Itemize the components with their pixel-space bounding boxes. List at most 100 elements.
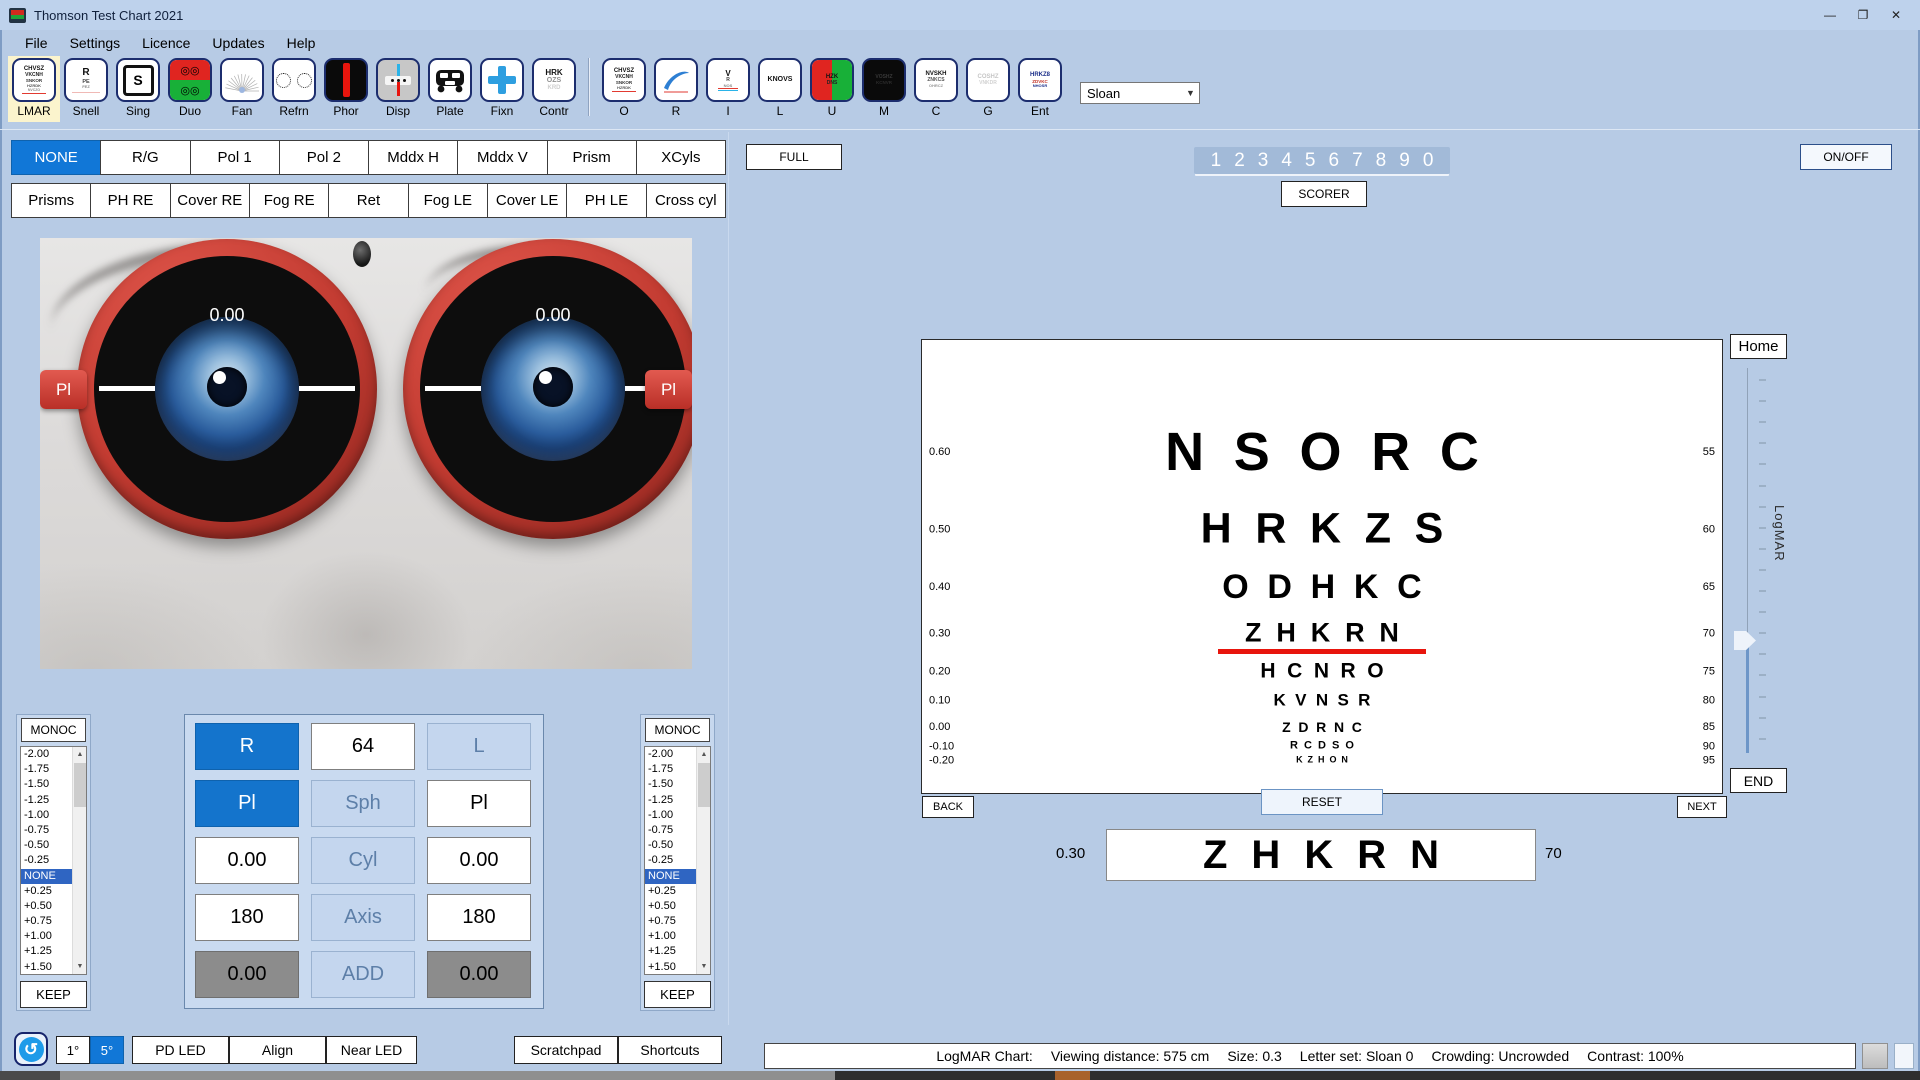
menu-settings[interactable]: Settings: [59, 32, 132, 54]
scrollbar[interactable]: ▲ ▼: [72, 747, 86, 974]
digit-key-9[interactable]: 9: [1399, 150, 1410, 172]
toolbar-contr-button[interactable]: HRKOZSKRD Contr: [528, 56, 580, 122]
maximize-button[interactable]: ❐: [1848, 0, 1878, 30]
monoc-header[interactable]: MONOC: [21, 718, 86, 742]
next-button[interactable]: NEXT: [1677, 796, 1727, 818]
toolbar-c-button[interactable]: NVSKHZNKCSOHRCZ C: [910, 56, 962, 122]
rotate-reset-button[interactable]: ↺: [14, 1032, 48, 1066]
toolbar-l-button[interactable]: KNOVS L: [754, 56, 806, 122]
right-cyl-value[interactable]: 0.00: [195, 837, 299, 884]
digit-key-1[interactable]: 1: [1211, 150, 1222, 172]
right-sphere-sign[interactable]: Pl: [195, 780, 299, 827]
scrollbar[interactable]: ▲ ▼: [696, 747, 710, 974]
back-button[interactable]: BACK: [922, 796, 974, 818]
toolbar-plate-button[interactable]: Plate: [424, 56, 476, 122]
right-eye-button[interactable]: R: [195, 723, 299, 770]
scroll-down-icon[interactable]: ▼: [73, 959, 87, 974]
toolbar-phor-button[interactable]: Phor: [320, 56, 372, 122]
left-lens-plano-tab[interactable]: Pl: [645, 370, 692, 409]
tab-pol-1[interactable]: Pol 1: [190, 140, 280, 175]
keep-button[interactable]: KEEP: [644, 981, 711, 1008]
tab-mddx-v[interactable]: Mddx V: [457, 140, 547, 175]
toolbar-refrn-button[interactable]: Refrn: [268, 56, 320, 122]
end-button[interactable]: END: [1730, 768, 1787, 793]
menu-licence[interactable]: Licence: [131, 32, 201, 54]
tab-prism[interactable]: Prism: [547, 140, 637, 175]
near-led-button[interactable]: Near LED: [326, 1036, 417, 1064]
scroll-up-icon[interactable]: ▲: [697, 747, 711, 762]
scorer-button[interactable]: SCORER: [1281, 181, 1367, 207]
letterset-dropdown[interactable]: Sloan ▼: [1080, 82, 1200, 104]
digit-key-0[interactable]: 0: [1423, 150, 1434, 172]
tab-none[interactable]: NONE: [11, 140, 101, 175]
tab-pol-2[interactable]: Pol 2: [279, 140, 369, 175]
axis-label[interactable]: Axis: [311, 894, 415, 941]
tab-xcyls[interactable]: XCyls: [636, 140, 726, 175]
toolbar-duo-button[interactable]: ◎◎ ◎◎ Duo: [164, 56, 216, 122]
onoff-button[interactable]: ON/OFF: [1800, 144, 1892, 170]
toolbar-ent-button[interactable]: HRKZ8ZDVKCNHOSR Ent: [1014, 56, 1066, 122]
shortcuts-button[interactable]: Shortcuts: [618, 1036, 722, 1064]
tab-fog-re[interactable]: Fog RE: [249, 183, 329, 218]
tab-mddx-h[interactable]: Mddx H: [368, 140, 458, 175]
sphere-step-list[interactable]: -2.00-1.75-1.50-1.25-1.00-0.75-0.50-0.25…: [644, 746, 711, 975]
menu-file[interactable]: File: [14, 32, 59, 54]
tab-cross-cyl[interactable]: Cross cyl: [646, 183, 726, 218]
step-1deg-button[interactable]: 1°: [56, 1036, 90, 1064]
toolbar-g-button[interactable]: COSHZVNKDR G: [962, 56, 1014, 122]
align-button[interactable]: Align: [229, 1036, 326, 1064]
tab-ph-re[interactable]: PH RE: [90, 183, 170, 218]
minimize-button[interactable]: —: [1815, 0, 1845, 30]
scroll-down-icon[interactable]: ▼: [697, 959, 711, 974]
menu-updates[interactable]: Updates: [201, 32, 275, 54]
step-5deg-button[interactable]: 5°: [90, 1036, 124, 1064]
toolbar-fixn-button[interactable]: Fixn: [476, 56, 528, 122]
monoc-header[interactable]: MONOC: [645, 718, 710, 742]
left-sphere-sign[interactable]: Pl: [427, 780, 531, 827]
keep-button[interactable]: KEEP: [20, 981, 87, 1008]
tab-cover-le[interactable]: Cover LE: [487, 183, 567, 218]
close-button[interactable]: ✕: [1881, 0, 1911, 30]
reset-button[interactable]: RESET: [1261, 789, 1383, 815]
toolbar-disp-button[interactable]: Disp: [372, 56, 424, 122]
right-axis-value[interactable]: 180: [195, 894, 299, 941]
scrollbar-thumb[interactable]: [698, 763, 710, 807]
toolbar-snell-button[interactable]: RPEFEZ Snell: [60, 56, 112, 122]
digit-key-5[interactable]: 5: [1305, 150, 1316, 172]
toolbar-lmar-button[interactable]: CHVSZVKCNHSNKORHZRDKNVCZO LMAR: [8, 56, 60, 122]
tab-prisms[interactable]: Prisms: [11, 183, 91, 218]
left-cyl-value[interactable]: 0.00: [427, 837, 531, 884]
toolbar-i-button[interactable]: VRNOS I: [702, 56, 754, 122]
left-eye-button[interactable]: L: [427, 723, 531, 770]
digit-key-7[interactable]: 7: [1352, 150, 1363, 172]
digit-key-6[interactable]: 6: [1329, 150, 1340, 172]
toolbar-u-button[interactable]: HZKDNS U: [806, 56, 858, 122]
home-button[interactable]: Home: [1730, 334, 1787, 359]
tab-fog-le[interactable]: Fog LE: [408, 183, 488, 218]
right-add-value[interactable]: 0.00: [195, 951, 299, 998]
digit-key-3[interactable]: 3: [1258, 150, 1269, 172]
toolbar-m-button[interactable]: VOSHZKCNVR M: [858, 56, 910, 122]
menu-help[interactable]: Help: [276, 32, 327, 54]
status-grip-button[interactable]: [1862, 1043, 1888, 1069]
digit-key-2[interactable]: 2: [1234, 150, 1245, 172]
digit-key-4[interactable]: 4: [1281, 150, 1292, 172]
toolbar-sing-button[interactable]: S Sing: [112, 56, 164, 122]
digit-key-8[interactable]: 8: [1376, 150, 1387, 172]
tab-cover-re[interactable]: Cover RE: [170, 183, 250, 218]
scroll-up-icon[interactable]: ▲: [73, 747, 87, 762]
left-add-value[interactable]: 0.00: [427, 951, 531, 998]
scratchpad-button[interactable]: Scratchpad: [514, 1036, 618, 1064]
tab-r-g[interactable]: R/G: [100, 140, 190, 175]
scrollbar-thumb[interactable]: [74, 763, 86, 807]
toolbar-fan-button[interactable]: Fan: [216, 56, 268, 122]
toolbar-o-button[interactable]: CHVSZVKCNHSNKORHZRDK O: [598, 56, 650, 122]
size-slider-thumb[interactable]: [1734, 631, 1756, 650]
left-axis-value[interactable]: 180: [427, 894, 531, 941]
toolbar-r-button[interactable]: R: [650, 56, 702, 122]
cyl-label[interactable]: Cyl: [311, 837, 415, 884]
tab-ph-le[interactable]: PH LE: [566, 183, 646, 218]
full-button[interactable]: FULL: [746, 144, 842, 170]
pd-led-button[interactable]: PD LED: [132, 1036, 229, 1064]
pd-value[interactable]: 64: [311, 723, 415, 770]
